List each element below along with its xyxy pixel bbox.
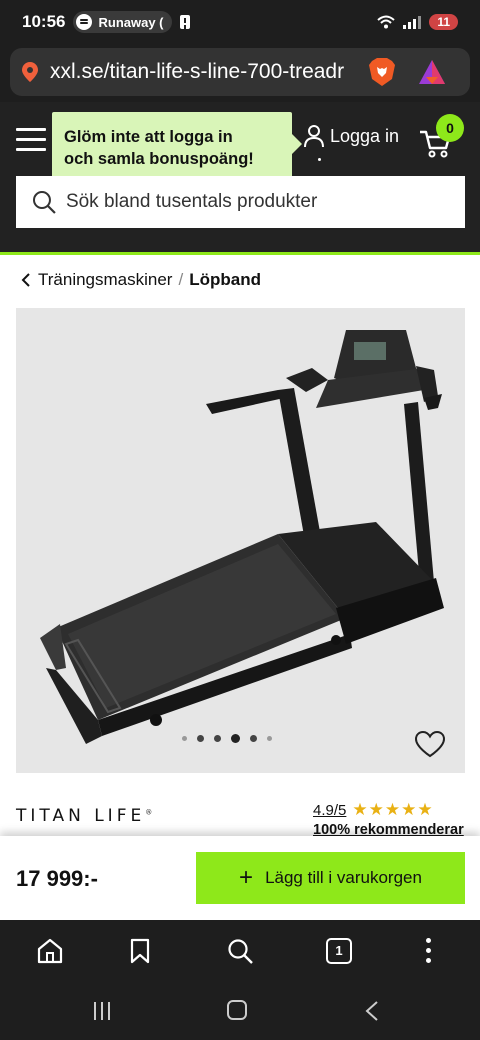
product-image-carousel[interactable]: [16, 308, 465, 773]
battery-indicator: 11: [429, 14, 458, 30]
breadcrumb-separator: /: [178, 270, 184, 289]
brave-shield-icon[interactable]: [368, 57, 396, 87]
menu-icon[interactable]: [16, 128, 46, 152]
browser-toolbar: 1: [0, 920, 480, 982]
wifi-icon: [377, 15, 395, 29]
more-options-icon[interactable]: [426, 938, 432, 964]
search-input[interactable]: [65, 191, 465, 213]
tabs-button[interactable]: 1: [326, 938, 352, 964]
login-tooltip: Glöm inte att logga in och samla bonuspo…: [52, 112, 302, 186]
recents-icon[interactable]: [94, 1002, 112, 1020]
breadcrumb-parent-link[interactable]: Träningsmaskiner: [38, 270, 172, 290]
site-header: Glöm inte att logga in och samla bonuspo…: [0, 102, 480, 252]
spotify-icon: [76, 14, 93, 30]
buy-bar: 17 999:- + Lägg till i varukorgen: [0, 836, 480, 920]
status-bar: 10:56 Runaway ( 11: [0, 0, 480, 44]
add-to-cart-label: Lägg till i varukorgen: [265, 868, 422, 887]
carousel-dot[interactable]: [182, 736, 187, 741]
phone-screen: 10:56 Runaway ( 11 xxl.se/titan-life-s-l…: [0, 0, 480, 1040]
product-price: 17 999:-: [16, 866, 98, 891]
bookmark-icon[interactable]: [126, 937, 154, 965]
system-home-icon[interactable]: [227, 1000, 247, 1020]
treadmill-image[interactable]: [16, 308, 465, 773]
alert-icon: [179, 15, 190, 29]
carousel-dot[interactable]: [214, 735, 221, 742]
carousel-dot[interactable]: [250, 735, 257, 742]
location-pin-icon[interactable]: [22, 62, 38, 82]
brave-rewards-icon[interactable]: [418, 59, 446, 85]
search-icon[interactable]: [32, 190, 56, 214]
heart-icon[interactable]: [414, 730, 446, 758]
signal-icon: [403, 15, 422, 29]
search-bar[interactable]: [16, 176, 465, 228]
back-icon[interactable]: [364, 1000, 380, 1022]
home-icon[interactable]: [36, 937, 64, 965]
tooltip-line-2: och samla bonuspoäng!: [64, 150, 254, 168]
star-rating-icon: ★★★★★: [352, 800, 434, 819]
plus-icon: +: [239, 864, 254, 891]
decorative-dot: [318, 158, 321, 161]
rating[interactable]: 4.9/5 ★★★★★: [313, 800, 434, 820]
tooltip-line-1: Glöm inte att logga in: [64, 128, 233, 146]
cart-count-badge[interactable]: 0: [436, 114, 464, 142]
breadcrumb-current[interactable]: Löpband: [189, 270, 261, 290]
search-toolbar-icon[interactable]: [226, 937, 254, 965]
login-button[interactable]: Logga in: [304, 124, 399, 148]
brand-registered-mark: ®: [145, 808, 153, 817]
browser-bar: xxl.se/titan-life-s-line-700-treadr: [0, 44, 480, 102]
brand-name: TITAN LIFE: [16, 806, 146, 826]
url-text[interactable]: xxl.se/titan-life-s-line-700-treadr: [50, 60, 356, 84]
header-accent-line: [0, 252, 480, 255]
status-indicators: 11: [377, 14, 458, 30]
brand-logo[interactable]: TITAN LIFE®: [16, 806, 152, 826]
rating-score[interactable]: 4.9/5: [313, 802, 346, 819]
system-nav-bar: [0, 982, 480, 1040]
chevron-left-icon[interactable]: [20, 272, 32, 288]
media-pill[interactable]: Runaway (: [73, 11, 172, 33]
carousel-dot[interactable]: [267, 736, 272, 741]
carousel-dot-active[interactable]: [231, 734, 240, 743]
address-bar[interactable]: xxl.se/titan-life-s-line-700-treadr: [10, 48, 470, 96]
breadcrumb: Träningsmaskiner / Löpband: [20, 270, 261, 290]
media-label: Runaway (: [98, 14, 164, 30]
carousel-dot[interactable]: [197, 735, 204, 742]
add-to-cart-button[interactable]: + Lägg till i varukorgen: [196, 852, 465, 904]
status-time: 10:56: [22, 12, 66, 31]
carousel-dots[interactable]: [16, 734, 465, 743]
login-label: Logga in: [330, 125, 400, 146]
user-icon: [304, 125, 324, 148]
